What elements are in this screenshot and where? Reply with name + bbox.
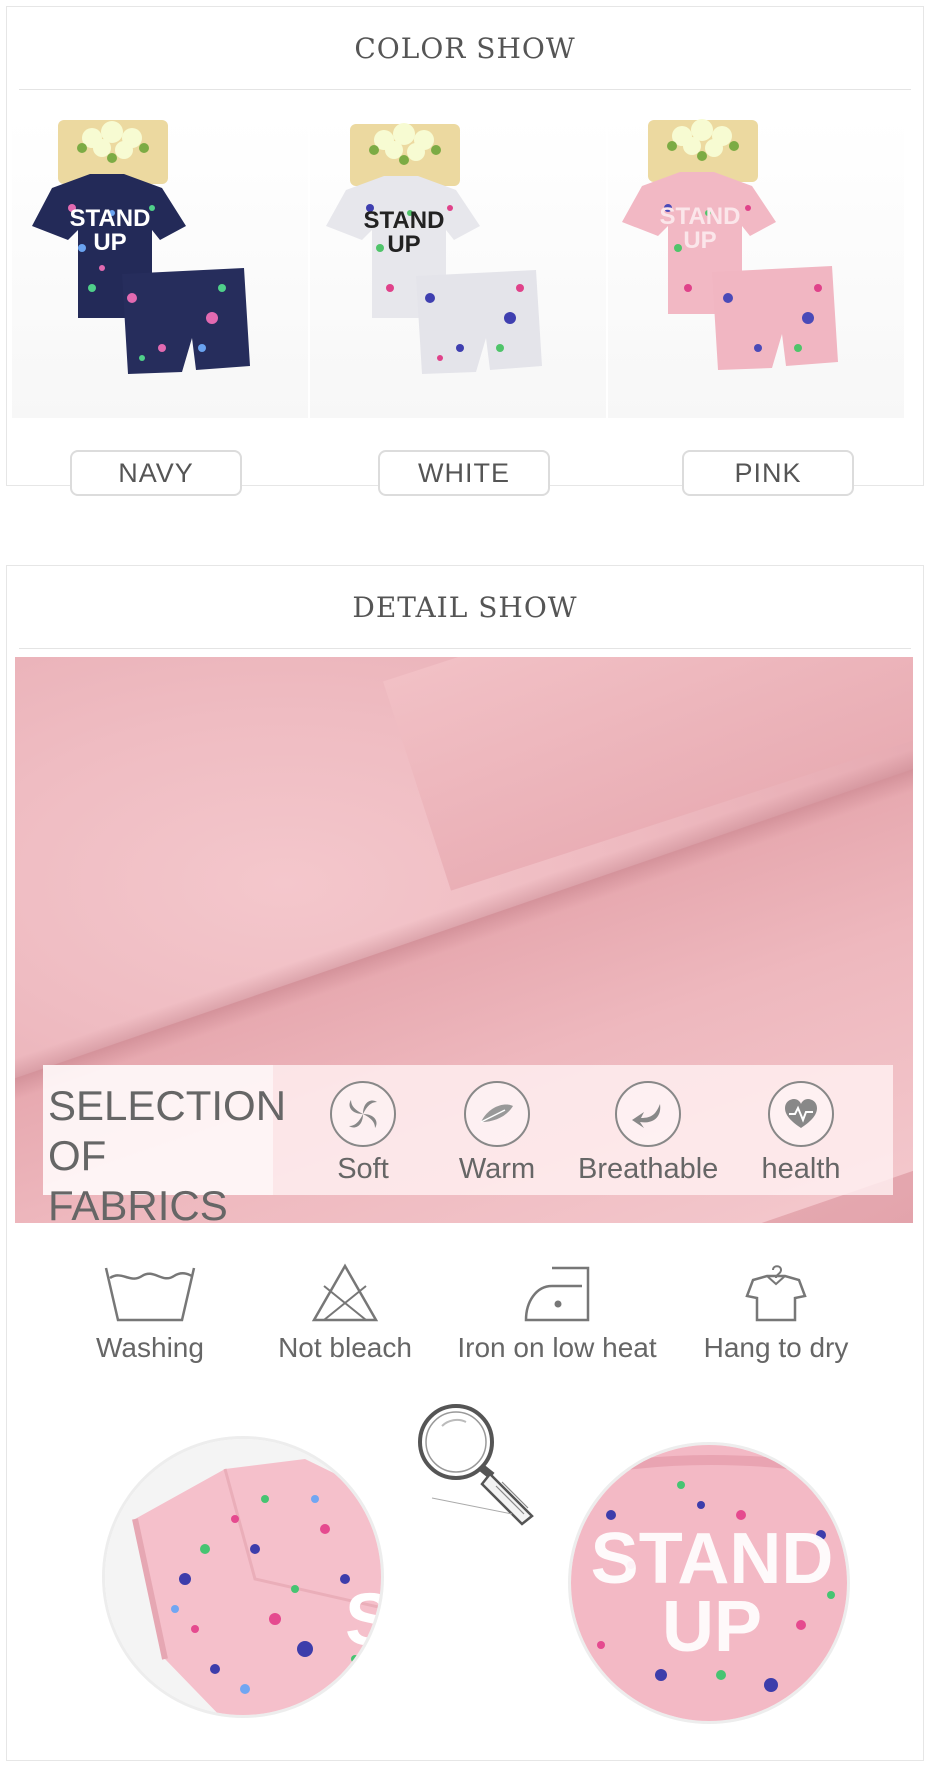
feature-label: Warm [458, 1153, 536, 1185]
fabric-heading: SELECTION OF FABRICS [43, 1065, 287, 1223]
section-title: DETAIL SHOW [19, 566, 911, 649]
navy-product-image[interactable]: STAND UP [12, 118, 308, 418]
heart-icon [768, 1081, 834, 1147]
feature-label: Breathable [578, 1153, 719, 1185]
color-option-white[interactable]: WHITE [378, 450, 550, 496]
care-hang-dry: Hang to dry [696, 1262, 856, 1364]
color-gallery: STAND UP STAND UP STAND UP [12, 118, 906, 418]
care-washing: Washing [80, 1262, 220, 1364]
care-iron: Iron on low heat [452, 1262, 662, 1364]
pink-product-image[interactable]: STAND UP [608, 118, 904, 418]
svg-text:UP: UP [387, 231, 420, 258]
svg-text:UP: UP [93, 229, 126, 256]
fabric-heading-line1: SELECTION [48, 1082, 287, 1129]
swirl-icon [330, 1081, 396, 1147]
feather-icon [464, 1081, 530, 1147]
care-label: Iron on low heat [457, 1332, 657, 1363]
iron-icon [524, 1266, 590, 1322]
section-title: COLOR SHOW [19, 7, 911, 90]
feature-label: Soft [337, 1153, 389, 1185]
svg-text:STAND: STAND [70, 205, 151, 232]
care-label: Washing [96, 1332, 204, 1363]
print-closeup-image: STAND UP [568, 1442, 850, 1724]
svg-text:STAND: STAND [660, 203, 741, 230]
fabric-features-band: SELECTION OF FABRICS Soft Warm Breathabl… [43, 1065, 893, 1223]
print-line2: UP [662, 1587, 762, 1667]
magnifier-icon [412, 1398, 542, 1538]
white-product-image[interactable]: STAND UP [310, 118, 606, 418]
care-not-bleach: Not bleach [270, 1262, 420, 1364]
sleeve-closeup-image: S [102, 1436, 384, 1718]
color-option-navy[interactable]: NAVY [70, 450, 242, 496]
feature-label: health [761, 1153, 841, 1185]
color-option-pink[interactable]: PINK [682, 450, 854, 496]
feature-breathable: Breathable [578, 1081, 718, 1186]
wash-tub-icon [104, 1267, 196, 1322]
fabric-closeup-image: SELECTION OF FABRICS Soft Warm Breathabl… [15, 657, 913, 1223]
care-label: Not bleach [278, 1332, 412, 1363]
curved-arrow-icon [615, 1081, 681, 1147]
care-label: Hang to dry [703, 1332, 849, 1363]
no-bleach-icon [311, 1263, 379, 1322]
fabric-heading-line2: OF FABRICS [48, 1132, 228, 1223]
hanger-shirt-icon [745, 1265, 807, 1322]
svg-text:STAND: STAND [364, 207, 445, 234]
feature-soft: Soft [293, 1081, 433, 1186]
feature-health: health [731, 1081, 871, 1186]
feature-warm: Warm [427, 1081, 567, 1186]
svg-text:UP: UP [683, 227, 716, 254]
